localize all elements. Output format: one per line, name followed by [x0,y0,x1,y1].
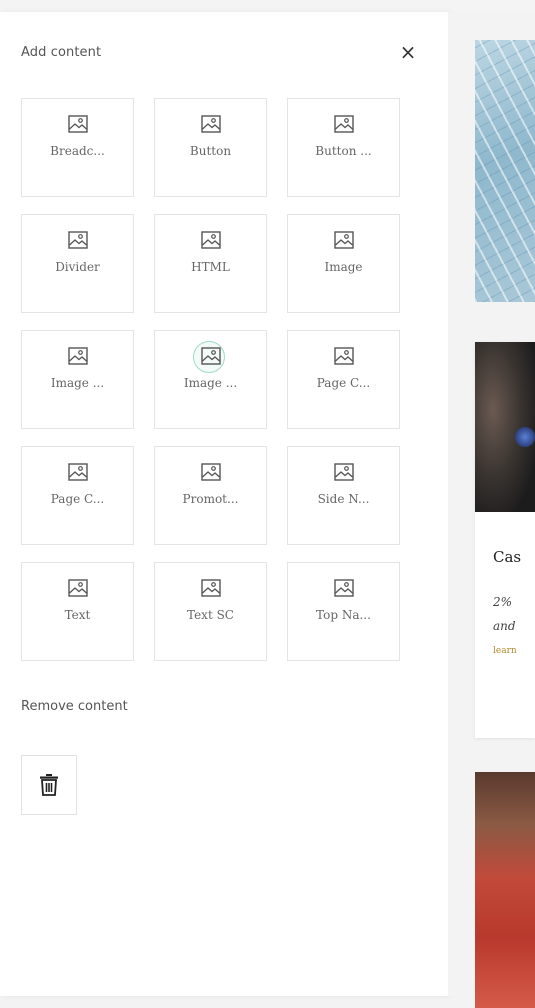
page-preview: Cas 2% and learn [448,12,535,1008]
panel-title: Add content [21,45,102,60]
remove-content-title: Remove content [21,699,128,714]
tile-divider[interactable]: Divider [21,214,134,313]
close-button[interactable]: × [396,40,420,64]
tile-label: Button ... [315,144,372,158]
building-image [475,40,535,302]
tile-label: Text [64,608,91,622]
image-icon [333,463,354,481]
image-icon [200,347,221,365]
tile-label: Button [189,144,232,158]
content-tile-grid: Breadc... Button Button ... Divider HTML… [21,98,400,661]
tile-image-variant-1[interactable]: Image ... [21,330,134,429]
image-icon [333,579,354,597]
tile-top-nav[interactable]: Top Na... [287,562,400,661]
article-image [475,342,535,512]
add-content-panel: Add content × Breadc... Button Button ..… [0,12,449,996]
tile-label: Image [324,260,363,274]
article-heading: Cas [493,548,522,566]
image-icon [200,115,221,133]
preview-card-article[interactable]: Cas 2% and learn [475,342,535,738]
preview-card-hero[interactable] [475,40,535,302]
tile-label: Promot... [182,492,239,506]
image-icon [333,231,354,249]
image-icon [67,347,88,365]
image-icon [200,231,221,249]
tile-page-content-2[interactable]: Page C... [21,446,134,545]
tile-label: Side N... [317,492,370,506]
trash-icon [40,774,58,796]
learn-more-link[interactable]: learn [493,646,517,656]
tile-image-variant-2[interactable]: Image ... [154,330,267,429]
tile-label: Image ... [183,376,238,390]
tile-label: Top Na... [316,608,371,622]
tile-button-group[interactable]: Button ... [287,98,400,197]
image-icon [67,231,88,249]
image-icon [200,463,221,481]
image-icon [333,115,354,133]
image-icon [67,463,88,481]
tile-text[interactable]: Text [21,562,134,661]
image-icon [67,115,88,133]
tile-page-content-1[interactable]: Page C... [287,330,400,429]
article-text-line: 2% [493,595,513,609]
tile-text-sc[interactable]: Text SC [154,562,267,661]
person-photo [475,772,535,1008]
tile-side-nav[interactable]: Side N... [287,446,400,545]
image-icon [67,579,88,597]
tile-label: HTML [191,260,230,274]
tile-html[interactable]: HTML [154,214,267,313]
tile-label: Image ... [50,376,105,390]
close-icon: × [399,40,417,64]
remove-content-button[interactable] [21,755,77,815]
tile-label: Text SC [187,608,234,622]
tile-label: Page C... [50,492,105,506]
top-strip [0,0,535,12]
tile-promotion[interactable]: Promot... [154,446,267,545]
tile-image[interactable]: Image [287,214,400,313]
image-icon [200,579,221,597]
tile-label: Page C... [316,376,371,390]
tile-breadcrumb[interactable]: Breadc... [21,98,134,197]
preview-card-photo[interactable] [475,772,535,1008]
image-icon [333,347,354,365]
tile-label: Breadc... [50,144,105,158]
tile-label: Divider [55,260,100,274]
article-text-line: and [493,619,516,633]
tile-button[interactable]: Button [154,98,267,197]
